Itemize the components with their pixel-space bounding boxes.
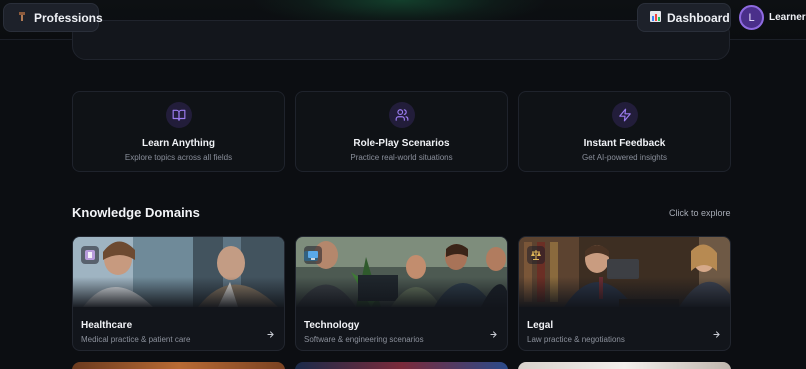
arrow-right-icon — [266, 326, 275, 344]
domain-card-next-row[interactable] — [295, 362, 508, 369]
click-to-explore-link[interactable]: Click to explore — [669, 208, 731, 218]
feature-card-roleplay: Role-Play Scenarios Practice real-world … — [295, 91, 508, 172]
avatar[interactable]: L — [739, 5, 764, 30]
feature-card-feedback: Instant Feedback Get AI-powered insights — [518, 91, 731, 172]
hero-card — [72, 20, 730, 60]
domain-card-next-row[interactable] — [72, 362, 285, 369]
medical-badge-icon — [81, 246, 99, 264]
scales-icon — [527, 246, 545, 264]
feature-title: Learn Anything — [142, 138, 215, 149]
book-open-icon — [166, 102, 192, 128]
feature-desc: Get AI-powered insights — [582, 153, 667, 162]
domain-title: Healthcare — [81, 320, 133, 331]
feature-title: Role-Play Scenarios — [353, 138, 450, 149]
feature-title: Instant Feedback — [583, 138, 666, 149]
domain-card-legal[interactable]: Legal Law practice & negotiations — [518, 236, 731, 351]
arrow-right-icon — [489, 326, 498, 344]
photo-fade — [73, 277, 284, 309]
chart-icon — [650, 10, 661, 25]
domain-card-next-row[interactable] — [518, 362, 731, 369]
users-icon — [389, 102, 415, 128]
computer-icon — [304, 246, 322, 264]
professions-button[interactable]: Professions — [3, 3, 103, 32]
photo-fade — [296, 277, 507, 309]
feature-desc: Explore topics across all fields — [124, 153, 233, 162]
photo-fade — [519, 277, 730, 309]
domain-title: Technology — [304, 320, 360, 331]
domain-card-technology[interactable]: Technology Software & engineering scenar… — [295, 236, 508, 351]
domain-desc: Medical practice & patient care — [81, 335, 191, 344]
section-title: Knowledge Domains — [72, 205, 200, 220]
professions-label: Professions — [34, 10, 103, 25]
domain-title: Legal — [527, 320, 554, 331]
feature-card-learn: Learn Anything Explore topics across all… — [72, 91, 285, 172]
dashboard-button[interactable]: Dashboard — [637, 3, 731, 32]
arrow-right-icon — [712, 326, 721, 344]
domain-card-healthcare[interactable]: Healthcare Medical practice & patient ca… — [72, 236, 285, 351]
domain-desc: Software & engineering scenarios — [304, 335, 424, 344]
domain-desc: Law practice & negotiations — [527, 335, 625, 344]
professions-icon — [16, 10, 28, 25]
username[interactable]: Learner — [769, 12, 806, 23]
lightning-icon — [612, 102, 638, 128]
feature-desc: Practice real-world situations — [350, 153, 453, 162]
dashboard-label: Dashboard — [667, 10, 730, 25]
